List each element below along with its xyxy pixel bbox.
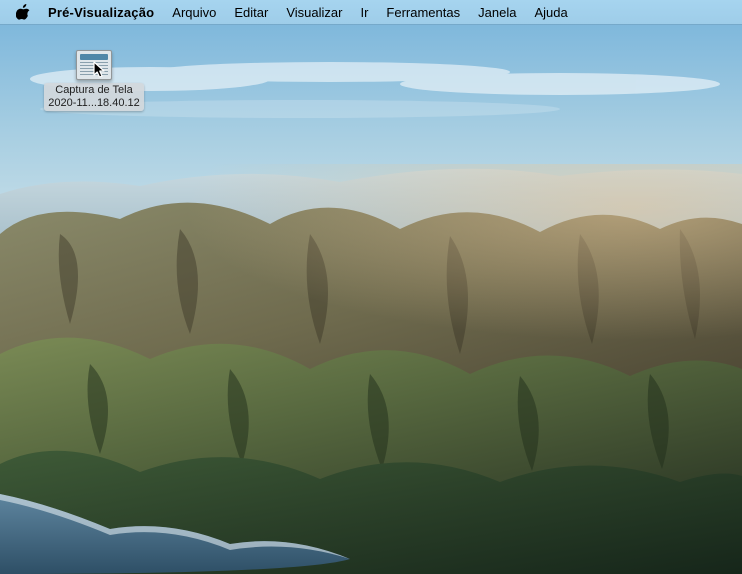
menu-item-editar[interactable]: Editar (234, 5, 268, 20)
menu-bar: Pré-Visualização Arquivo Editar Visualiz… (0, 0, 742, 24)
menu-item-ajuda[interactable]: Ajuda (534, 5, 567, 20)
apple-menu-icon[interactable] (16, 4, 30, 20)
desktop-file-label-line2: 2020-11...18.40.12 (48, 97, 140, 110)
menu-item-ir[interactable]: Ir (360, 5, 368, 20)
desktop-file-label: Captura de Tela 2020-11...18.40.12 (44, 83, 144, 111)
menu-item-visualizar[interactable]: Visualizar (286, 5, 342, 20)
menu-item-arquivo[interactable]: Arquivo (172, 5, 216, 20)
menu-item-janela[interactable]: Janela (478, 5, 516, 20)
desktop-file-screenshot[interactable]: Captura de Tela 2020-11...18.40.12 (40, 50, 148, 111)
menu-app-name[interactable]: Pré-Visualização (48, 5, 154, 20)
desktop-file-label-line1: Captura de Tela (48, 84, 140, 97)
desktop[interactable]: Captura de Tela 2020-11...18.40.12 (0, 24, 742, 574)
screenshot-thumbnail-icon (76, 50, 112, 80)
menu-item-ferramentas[interactable]: Ferramentas (386, 5, 460, 20)
